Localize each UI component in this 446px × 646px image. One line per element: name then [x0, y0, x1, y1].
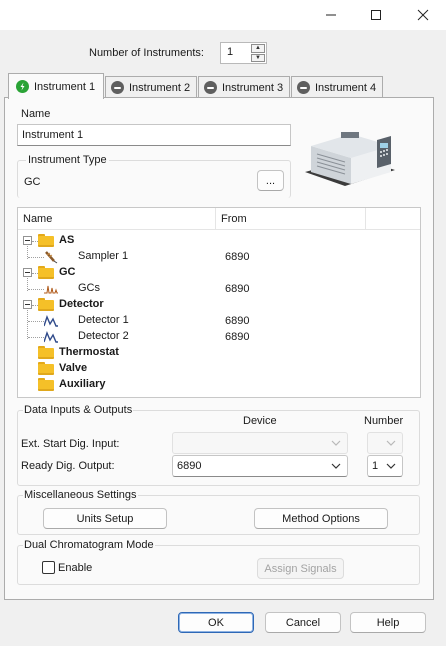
tree-label: AS	[59, 234, 75, 246]
ok-button[interactable]: OK	[178, 612, 254, 633]
chevron-down-icon	[386, 440, 396, 446]
detector-icon	[44, 331, 58, 343]
module-tree[interactable]: Name From AS Sampler 1 6890 GC GCs 6890 …	[17, 207, 421, 398]
tab-instrument-4[interactable]: Instrument 4	[291, 76, 383, 98]
sampler-icon	[45, 251, 58, 264]
instruments-count-spinner[interactable]: 1 ▲ ▼	[220, 42, 267, 64]
instrument-type-value: GC	[24, 176, 41, 188]
tree-label: Detector	[59, 298, 104, 310]
name-label: Name	[21, 108, 51, 120]
tree-from: 6890	[225, 331, 250, 343]
tree-row-sampler-1[interactable]: Sampler 1 6890	[18, 249, 418, 265]
minimize-button[interactable]	[308, 0, 354, 30]
ready-number-select[interactable]: 1	[367, 455, 403, 477]
cancel-button[interactable]: Cancel	[265, 612, 341, 633]
tree-row-detector-2[interactable]: Detector 2 6890	[18, 329, 418, 345]
tab-instrument-3[interactable]: Instrument 3	[198, 76, 290, 98]
minus-icon	[204, 81, 217, 94]
tree-row-valve[interactable]: Valve	[18, 361, 418, 377]
folder-icon	[38, 378, 54, 391]
maximize-icon	[371, 10, 381, 20]
misc-title: Miscellaneous Settings	[23, 489, 138, 501]
enable-checkbox-row[interactable]: Enable	[42, 561, 92, 574]
tree-label: Detector 1	[78, 314, 129, 326]
minus-icon	[111, 81, 124, 94]
tree-row-thermostat[interactable]: Thermostat	[18, 345, 418, 361]
detector-icon	[44, 315, 58, 327]
device-header: Device	[243, 415, 277, 427]
tree-col-from[interactable]: From	[221, 213, 247, 225]
tab-label: Instrument 2	[129, 81, 191, 94]
tree-label: Auxiliary	[59, 378, 106, 390]
collapse-icon[interactable]	[23, 236, 32, 245]
tree-row-auxiliary[interactable]: Auxiliary	[18, 377, 418, 393]
tab-label: Instrument 3	[222, 81, 284, 94]
assign-signals-button[interactable]: Assign Signals	[257, 558, 344, 579]
collapse-icon[interactable]	[23, 300, 32, 309]
enable-label: Enable	[58, 561, 93, 574]
tree-row-detector[interactable]: Detector	[18, 297, 418, 313]
folder-icon	[38, 298, 54, 311]
ext-start-device-select[interactable]	[172, 432, 348, 454]
tree-row-gc[interactable]: GC	[18, 265, 418, 281]
units-setup-button[interactable]: Units Setup	[43, 508, 167, 529]
tree-label: Detector 2	[78, 330, 129, 342]
ready-device-select[interactable]: 6890	[172, 455, 348, 477]
close-icon	[417, 9, 429, 21]
name-field[interactable]: Instrument 1	[17, 124, 291, 146]
tree-from: 6890	[225, 251, 250, 263]
tree-from: 6890	[225, 315, 250, 327]
tree-row-as[interactable]: AS	[18, 233, 418, 249]
spin-up-icon[interactable]: ▲	[251, 44, 265, 53]
tree-label: Thermostat	[59, 346, 119, 358]
minimize-icon	[326, 14, 336, 16]
tab-instrument-1[interactable]: Instrument 1	[8, 73, 104, 99]
tab-label: Instrument 1	[34, 80, 96, 93]
instruments-count-value[interactable]: 1	[227, 46, 233, 58]
close-button[interactable]	[400, 0, 446, 30]
folder-icon	[38, 266, 54, 279]
enable-checkbox[interactable]	[42, 561, 55, 574]
tree-header: Name From	[18, 208, 420, 230]
title-bar	[0, 0, 446, 30]
collapse-icon[interactable]	[23, 268, 32, 277]
chevron-down-icon	[331, 440, 341, 446]
spin-down-icon[interactable]: ▼	[251, 53, 265, 62]
minus-icon	[297, 81, 310, 94]
method-options-button[interactable]: Method Options	[254, 508, 388, 529]
instruments-count-label: Number of Instruments:	[89, 47, 204, 59]
instrument-type-label: Instrument Type	[26, 154, 109, 166]
dual-mode-title: Dual Chromatogram Mode	[23, 539, 155, 551]
gc-instrument-image	[301, 126, 397, 190]
tree-col-name[interactable]: Name	[23, 213, 52, 225]
tree-from: 6890	[225, 283, 250, 295]
chevron-down-icon	[386, 463, 396, 469]
ready-output-label: Ready Dig. Output:	[21, 460, 115, 472]
check-icon	[16, 80, 29, 93]
tab-label: Instrument 4	[315, 81, 377, 94]
tab-instrument-2[interactable]: Instrument 2	[105, 76, 197, 98]
folder-icon	[38, 234, 54, 247]
tree-row-detector-1[interactable]: Detector 1 6890	[18, 313, 418, 329]
tree-label: Sampler 1	[78, 250, 129, 262]
folder-icon	[38, 362, 54, 375]
help-button[interactable]: Help	[350, 612, 426, 633]
data-io-title: Data Inputs & Outputs	[23, 404, 134, 416]
tree-label: GCs	[78, 282, 100, 294]
maximize-button[interactable]	[353, 0, 399, 30]
folder-icon	[38, 346, 54, 359]
ext-start-label: Ext. Start Dig. Input:	[21, 438, 120, 450]
tree-label: GC	[59, 266, 76, 278]
browse-button[interactable]: ...	[257, 170, 284, 191]
chromatogram-icon	[44, 285, 58, 294]
tree-row-gcs[interactable]: GCs 6890	[18, 281, 418, 297]
ext-start-number-select[interactable]	[367, 432, 403, 454]
tree-label: Valve	[59, 362, 88, 374]
chevron-down-icon	[331, 463, 341, 469]
number-header: Number	[364, 415, 404, 427]
